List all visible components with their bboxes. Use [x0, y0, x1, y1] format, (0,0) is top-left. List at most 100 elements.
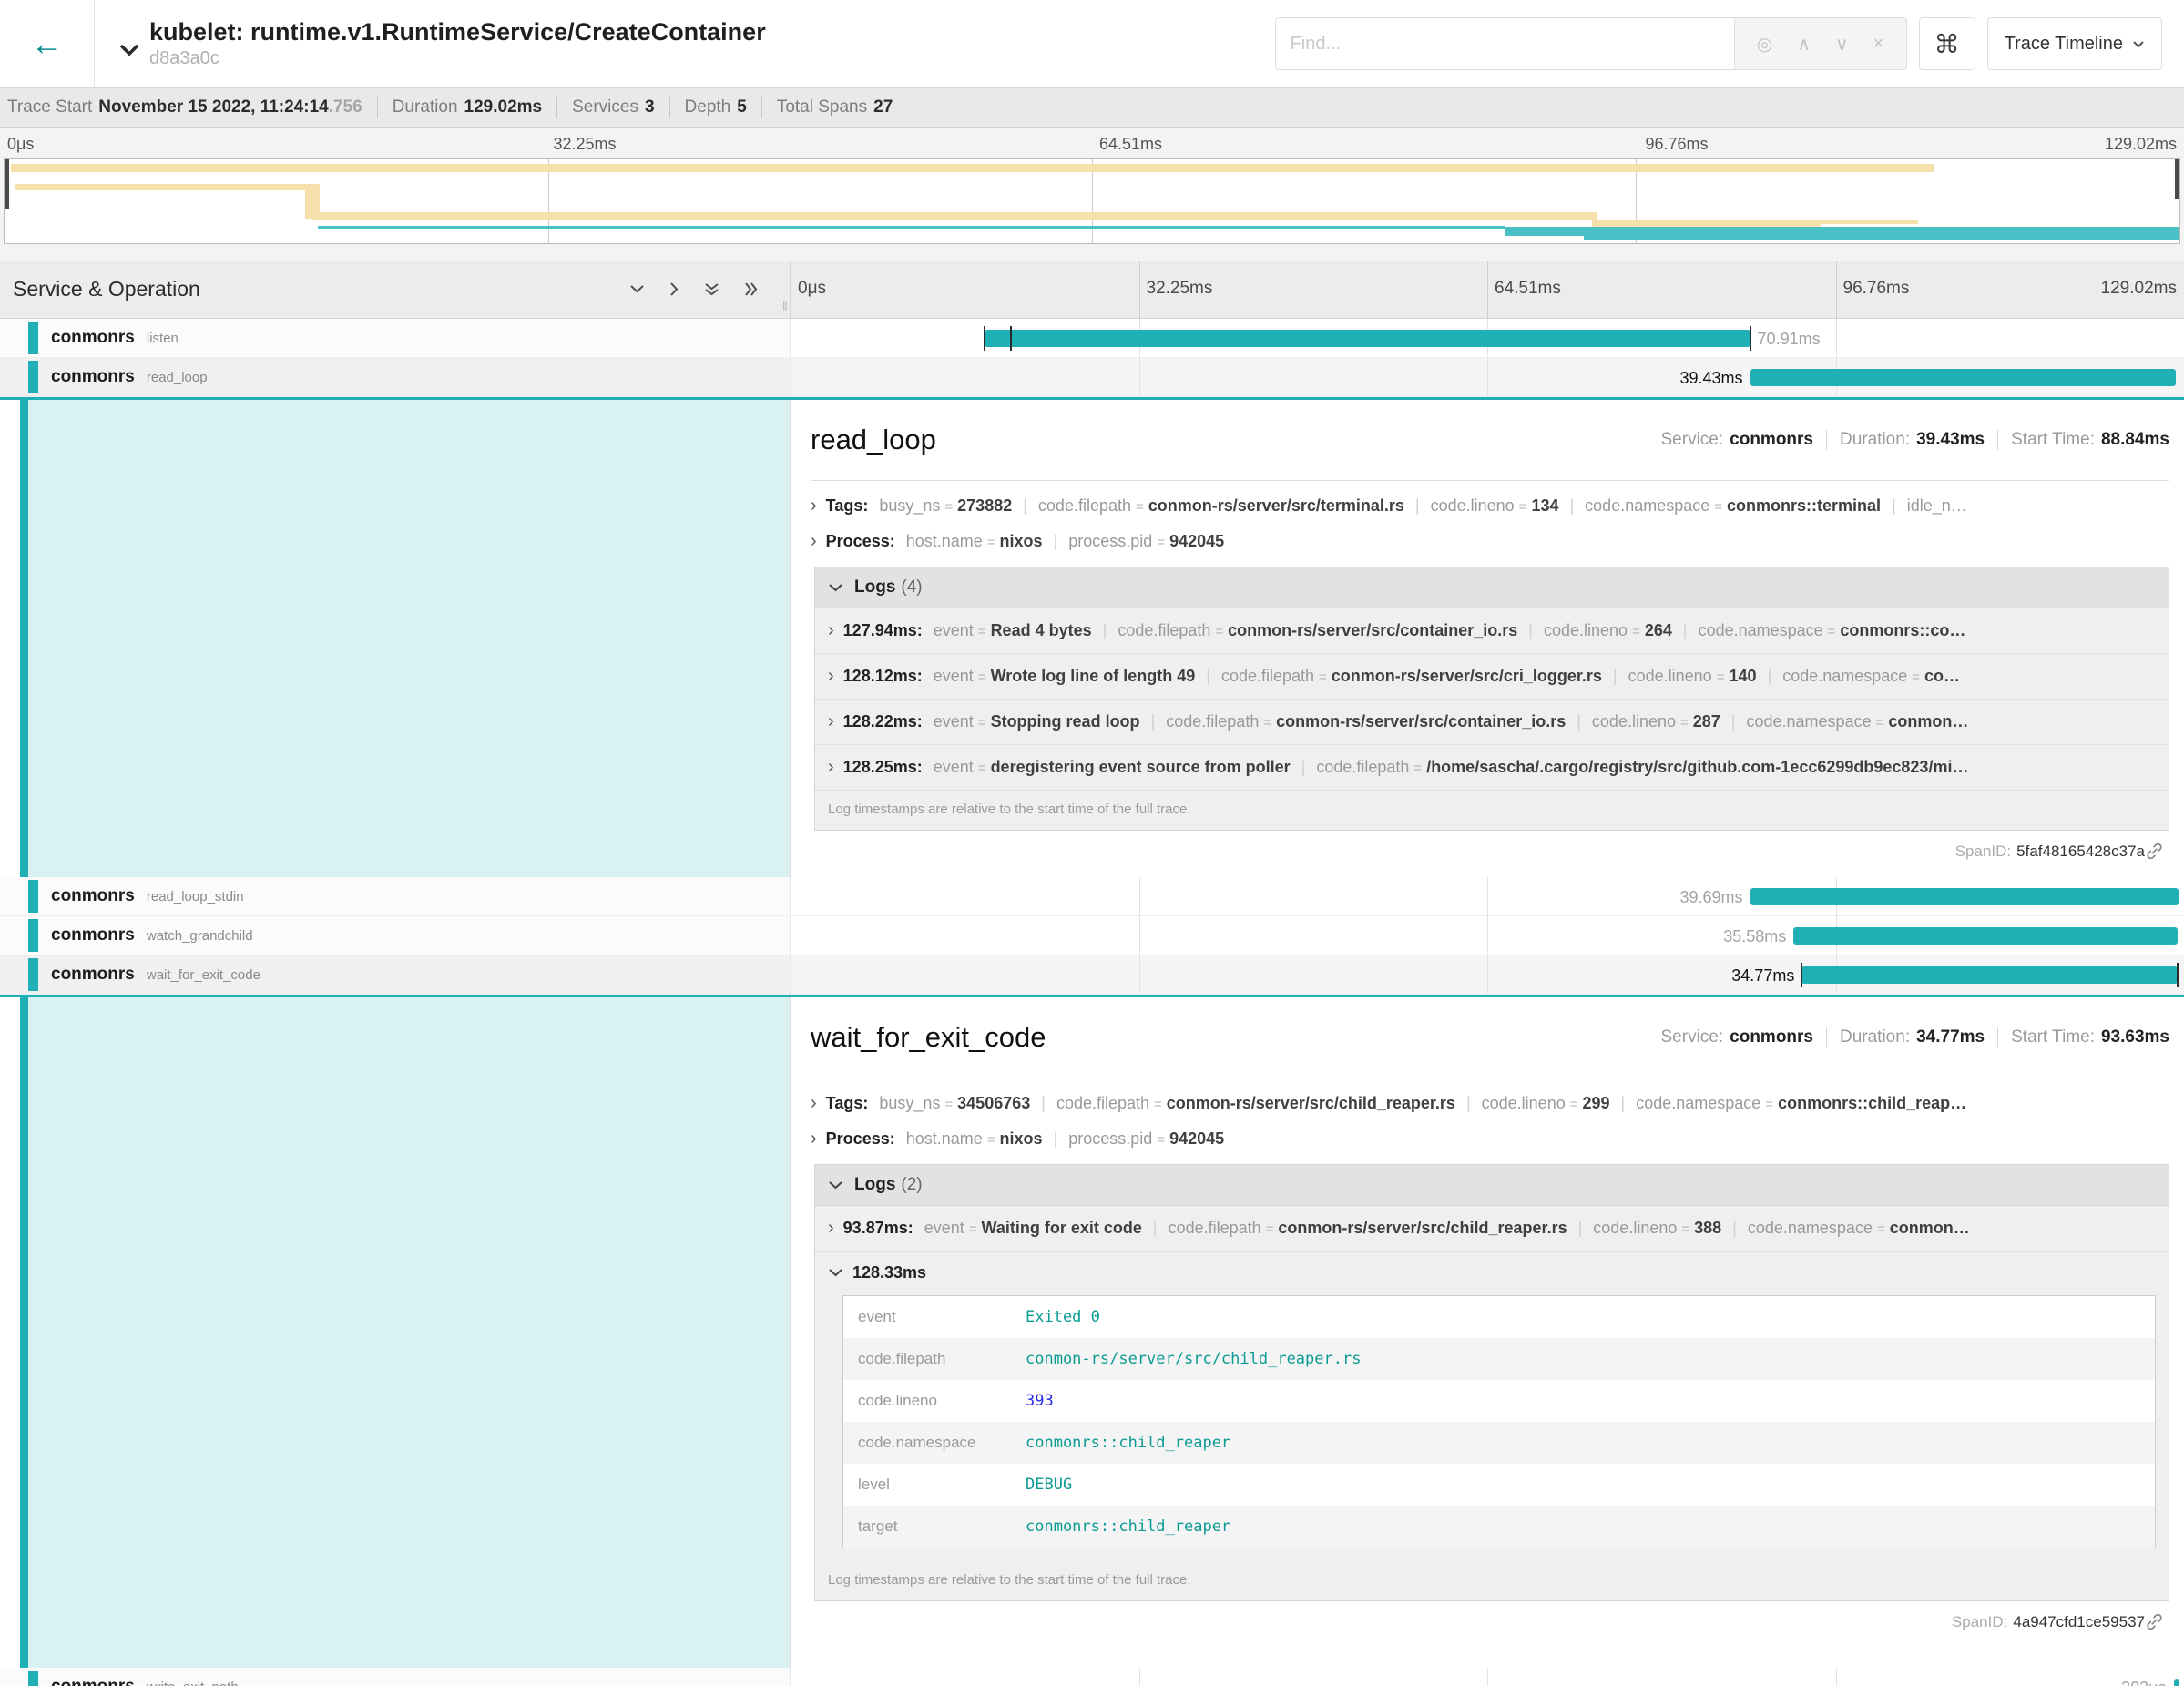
- match-target-icon[interactable]: ◎: [1757, 33, 1772, 56]
- timeline-gridline: [1139, 358, 1140, 396]
- tag-key: code.namespace: [1699, 621, 1823, 639]
- back-button[interactable]: ←: [0, 0, 95, 87]
- collapse-one-icon[interactable]: [629, 284, 645, 294]
- summary-item: Duration129.02ms: [393, 97, 542, 118]
- span-row-timeline-cell[interactable]: 303μs: [791, 1668, 2184, 1686]
- tags-row[interactable]: ›Tags:busy_ns=34506763|code.filepath=con…: [811, 1082, 2169, 1118]
- tag-value: conmon-rs/server/src/cri_logger.rs: [1332, 667, 1602, 685]
- separator: [761, 97, 762, 118]
- expand-one-icon[interactable]: [669, 281, 679, 297]
- chevron-right-icon: ›: [811, 1093, 817, 1114]
- timeline-gridline: [548, 159, 549, 243]
- span-row-timeline-cell[interactable]: 35.58ms: [791, 916, 2184, 955]
- logs-header[interactable]: Logs(4): [815, 567, 2169, 608]
- timeline-tick-label: 129.02ms: [2101, 279, 2177, 299]
- tag-key: idle_n…: [1907, 496, 1967, 515]
- tag-key: code.filepath: [1169, 1219, 1261, 1237]
- span-row: conmonrswatch_grandchild 35.58ms: [0, 916, 2184, 955]
- tag-field: code.filepath=conmon-rs/server/src/conta…: [1166, 712, 1566, 731]
- indent-guide-bar: [20, 997, 28, 1668]
- process-row[interactable]: ›Process:host.name=nixos|process.pid=942…: [811, 520, 2169, 556]
- span-operation-title: read_loop: [811, 424, 936, 456]
- keyboard-shortcuts-button[interactable]: ⌘: [1919, 17, 1975, 70]
- span-bar[interactable]: [1793, 927, 2178, 945]
- column-resize-handle[interactable]: ‖: [782, 299, 788, 314]
- next-match-icon[interactable]: ∨: [1835, 33, 1849, 56]
- tag-field: code.namespace=conmonrs::child_reap…: [1636, 1094, 1966, 1113]
- minimap-scrubber-left[interactable]: [5, 159, 9, 209]
- equals-sign: =: [1681, 1221, 1689, 1237]
- log-entry[interactable]: ›128.12ms:event=Wrote log line of length…: [815, 654, 2169, 700]
- span-row-label-cell[interactable]: conmonrswatch_grandchild: [0, 916, 791, 955]
- span-detail-body: read_loopService:conmonrsDuration:39.43m…: [791, 400, 2184, 877]
- tag-field: busy_ns=34506763: [879, 1094, 1030, 1113]
- span-row-timeline-cell[interactable]: 39.43ms: [791, 358, 2184, 397]
- prev-match-icon[interactable]: ∧: [1797, 33, 1811, 56]
- log-entry-expanded[interactable]: 128.33ms: [815, 1252, 2169, 1290]
- span-row: conmonrsread_loop_stdin 39.69ms: [0, 877, 2184, 916]
- tag-field: code.namespace=conmonrs::terminal: [1585, 496, 1881, 516]
- span-bar[interactable]: [1750, 369, 2177, 386]
- span-accent-bar: [28, 361, 38, 393]
- tag-key: event: [924, 1219, 964, 1237]
- span-id-value: 4a947cfd1ce59537: [2013, 1613, 2145, 1631]
- link-icon[interactable]: [2145, 1612, 2164, 1631]
- summary-label: Services: [572, 97, 638, 117]
- span-row-timeline-cell[interactable]: 70.91ms: [791, 319, 2184, 358]
- link-icon[interactable]: [2145, 842, 2164, 861]
- logs-note: Log timestamps are relative to the start…: [815, 1561, 2169, 1600]
- span-row: conmonrslisten70.91ms: [0, 319, 2184, 358]
- span-row-label-cell[interactable]: conmonrsread_loop: [0, 358, 791, 397]
- tags-label: Tags:: [826, 496, 869, 516]
- meta-label: Start Time:: [2011, 430, 2095, 449]
- equals-sign: =: [987, 535, 995, 550]
- expand-all-icon[interactable]: [744, 281, 759, 297]
- span-row-label-cell[interactable]: conmonrswait_for_exit_code: [0, 955, 791, 995]
- logs-header[interactable]: Logs(2): [815, 1165, 2169, 1206]
- span-duration-label: 35.58ms: [1723, 927, 1786, 946]
- span-row-label-cell[interactable]: conmonrslisten: [0, 319, 791, 358]
- span-bar[interactable]: [2174, 1679, 2180, 1686]
- span-row-label-cell[interactable]: conmonrswrite_exit_path: [0, 1668, 791, 1686]
- span-bar[interactable]: [1750, 888, 2179, 905]
- tag-field: code.filepath=conmon-rs/server/src/child…: [1056, 1094, 1455, 1113]
- tag-value: 134: [1531, 496, 1558, 515]
- equals-sign: =: [987, 1132, 995, 1148]
- meta-label: Duration:: [1840, 1027, 1910, 1047]
- top-bar-actions: ◎ ∧ ∨ × ⌘ Trace Timeline: [1275, 17, 2162, 70]
- tags-row[interactable]: ›Tags:busy_ns=273882|code.filepath=conmo…: [811, 485, 2169, 520]
- log-entry[interactable]: ›127.94ms:event=Read 4 bytes|code.filepa…: [815, 608, 2169, 654]
- trace-view-selector[interactable]: Trace Timeline: [1987, 17, 2162, 70]
- collapse-all-icon[interactable]: [704, 282, 719, 297]
- span-row-label-cell[interactable]: conmonrsread_loop_stdin: [0, 877, 791, 916]
- span-bar[interactable]: [1801, 966, 2177, 984]
- log-entry[interactable]: ›128.25ms:event=deregistering event sour…: [815, 745, 2169, 791]
- timeline-gridline: [1139, 916, 1140, 955]
- tag-field: code.filepath=conmon-rs/server/src/child…: [1169, 1219, 1567, 1238]
- meta-item: Service:conmonrs: [1661, 1027, 1814, 1047]
- span-bar[interactable]: [985, 330, 1750, 347]
- process-row[interactable]: ›Process:host.name=nixos|process.pid=942…: [811, 1118, 2169, 1153]
- span-duration-label: 39.69ms: [1680, 888, 1743, 907]
- clear-search-icon[interactable]: ×: [1873, 34, 1884, 55]
- log-entry[interactable]: ›128.22ms:event=Stopping read loop|code.…: [815, 700, 2169, 745]
- minimap-canvas[interactable]: [4, 158, 2180, 244]
- find-input[interactable]: [1276, 18, 1734, 69]
- collapse-trace-header-icon[interactable]: [118, 44, 140, 56]
- tag-value: 264: [1645, 621, 1672, 639]
- log-entry[interactable]: ›93.87ms:event=Waiting for exit code|cod…: [815, 1206, 2169, 1252]
- span-row-timeline-cell[interactable]: 34.77ms: [791, 955, 2184, 995]
- tag-key: code.namespace: [1748, 1219, 1873, 1237]
- field-separator: |: [1151, 712, 1156, 731]
- span-table-header: Service & Operation ‖ 0μs32.25ms64.51ms9…: [0, 261, 2184, 319]
- tag-value: Read 4 bytes: [991, 621, 1092, 639]
- span-accent-bar: [28, 958, 38, 991]
- tag-value: Wrote log line of length 49: [991, 667, 1196, 685]
- page-title: kubelet: runtime.v1.RuntimeService/Creat…: [149, 18, 766, 46]
- equals-sign: =: [1912, 669, 1920, 685]
- timeline-gridline: [1139, 877, 1140, 915]
- operation-name: wait_for_exit_code: [147, 967, 260, 983]
- minimap-scrubber-right[interactable]: [2175, 159, 2179, 199]
- field-value: conmonrs::child_reaper: [1026, 1517, 1230, 1536]
- span-row-timeline-cell[interactable]: 39.69ms: [791, 877, 2184, 916]
